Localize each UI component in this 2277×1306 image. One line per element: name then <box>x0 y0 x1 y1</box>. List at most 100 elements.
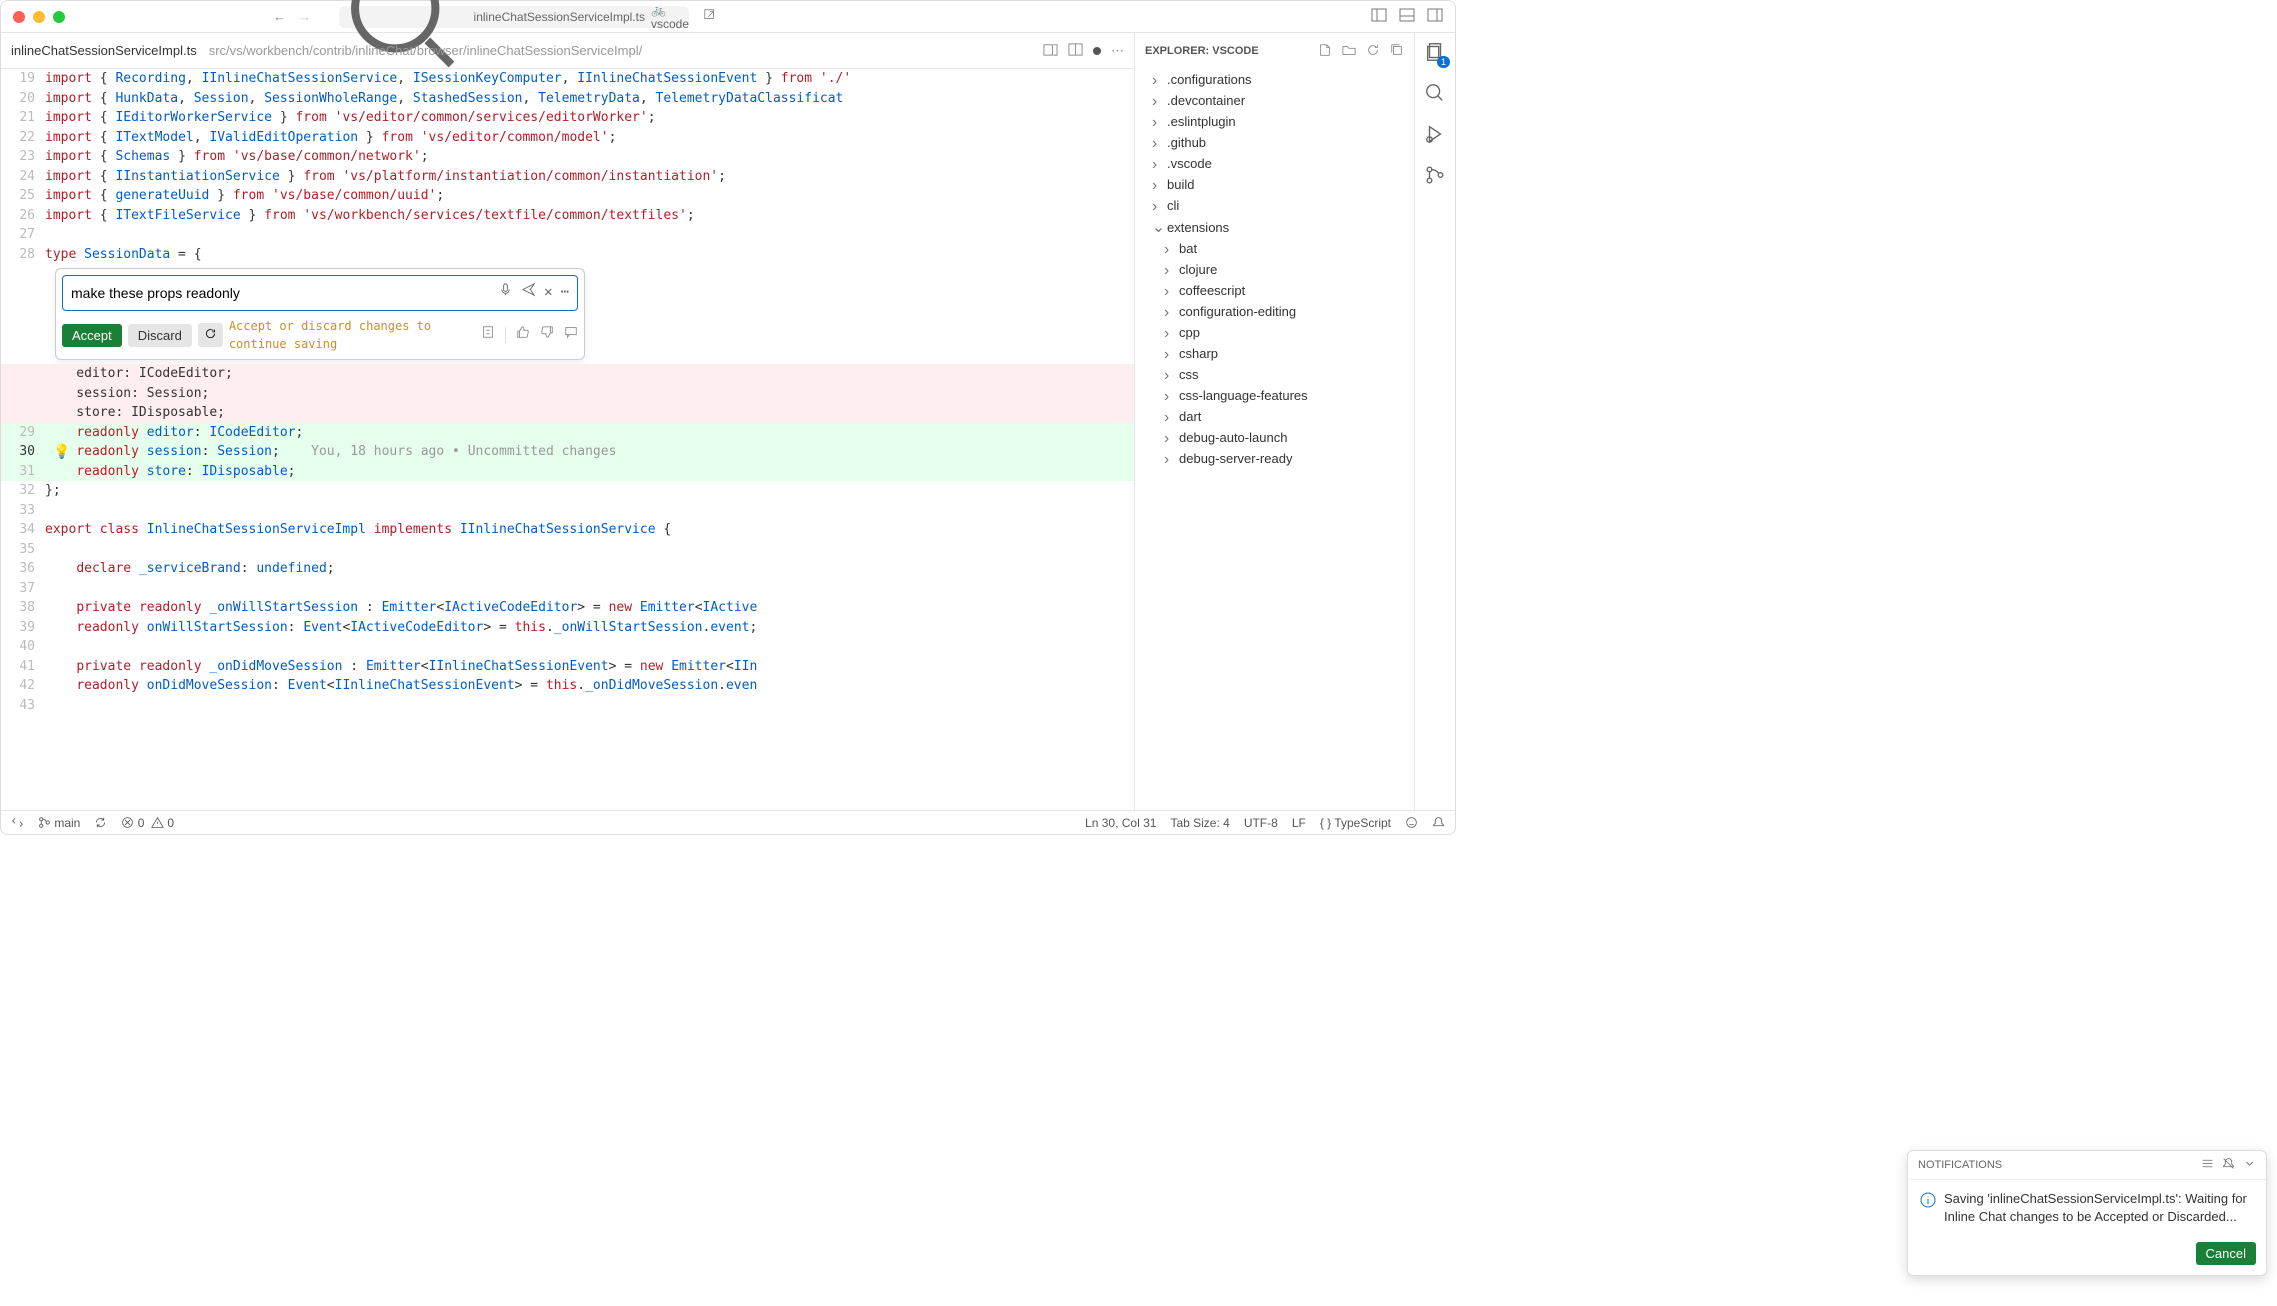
branch-status[interactable]: main <box>38 816 80 830</box>
compare-icon[interactable] <box>1043 42 1058 60</box>
diff-added-line[interactable]: 29 readonly editor: ICodeEditor; <box>1 423 1134 443</box>
remote-indicator[interactable] <box>11 816 24 830</box>
file-tree[interactable]: .configurations.devcontainer.eslintplugi… <box>1135 69 1414 810</box>
silence-icon[interactable] <box>2222 1157 2235 1173</box>
inline-chat-input[interactable] <box>71 285 498 301</box>
tree-folder[interactable]: .devcontainer <box>1135 90 1414 111</box>
close-window-button[interactable] <box>13 11 25 23</box>
feedback-icon[interactable] <box>1405 816 1418 830</box>
code-line[interactable]: 20import { HunkData, Session, SessionWho… <box>1 89 1134 109</box>
eol[interactable]: LF <box>1292 816 1306 830</box>
tree-folder[interactable]: bat <box>1135 238 1414 259</box>
tree-folder[interactable]: extensions <box>1135 216 1414 238</box>
activity-explorer-icon[interactable]: 1 <box>1424 41 1446 66</box>
code-line[interactable]: 40 <box>1 637 1134 657</box>
tab-size[interactable]: Tab Size: 4 <box>1170 816 1229 830</box>
nav-back-button[interactable]: ← <box>273 9 286 24</box>
tree-folder[interactable]: .vscode <box>1135 153 1414 174</box>
code-line[interactable]: 21import { IEditorWorkerService } from '… <box>1 108 1134 128</box>
code-line[interactable]: 37 <box>1 579 1134 599</box>
activity-search-icon[interactable] <box>1424 82 1446 107</box>
more-actions-icon[interactable]: ⋯ <box>1111 43 1124 59</box>
activity-source-control-icon[interactable] <box>1424 164 1446 189</box>
code-line[interactable]: 34export class InlineChatSessionServiceI… <box>1 520 1134 540</box>
thumbs-down-icon[interactable] <box>540 325 554 346</box>
tree-folder[interactable]: coffeescript <box>1135 280 1414 301</box>
toggle-secondary-sidebar-icon[interactable] <box>1427 7 1443 26</box>
clear-all-icon[interactable] <box>2201 1157 2214 1173</box>
chevron-icon <box>1153 114 1163 129</box>
sync-status[interactable] <box>94 816 107 830</box>
refresh-icon[interactable] <box>1366 43 1380 60</box>
code-line[interactable]: 22import { ITextModel, IValidEditOperati… <box>1 128 1134 148</box>
code-line[interactable]: 23import { Schemas } from 'vs/base/commo… <box>1 147 1134 167</box>
tree-folder[interactable]: configuration-editing <box>1135 301 1414 322</box>
notifications-bell-icon[interactable] <box>1432 816 1445 830</box>
send-icon[interactable] <box>521 282 536 304</box>
tree-folder[interactable]: css-language-features <box>1135 385 1414 406</box>
notification-cancel-button[interactable]: Cancel <box>2196 1242 2256 1265</box>
cursor-position[interactable]: Ln 30, Col 31 <box>1085 816 1156 830</box>
code-line[interactable]: 24import { IInstantiationService } from … <box>1 167 1134 187</box>
code-line[interactable]: 28type SessionData = { <box>1 245 1134 265</box>
code-line[interactable]: 38 private readonly _onWillStartSession … <box>1 598 1134 618</box>
diff-added-line[interactable]: 💡30 readonly session: Session; You, 18 h… <box>1 442 1134 462</box>
tree-folder[interactable]: .configurations <box>1135 69 1414 90</box>
code-line[interactable]: 33 <box>1 501 1134 521</box>
tree-folder[interactable]: cli <box>1135 195 1414 216</box>
chevron-icon <box>1153 219 1163 235</box>
code-line[interactable]: 19import { Recording, IInlineChatSession… <box>1 69 1134 89</box>
close-icon[interactable]: ✕ <box>544 282 552 304</box>
split-editor-icon[interactable] <box>1068 42 1083 60</box>
problems-status[interactable]: 0 0 <box>121 816 174 830</box>
diff-added-line[interactable]: 31 readonly store: IDisposable; <box>1 462 1134 482</box>
encoding[interactable]: UTF-8 <box>1244 816 1278 830</box>
tree-folder[interactable]: .github <box>1135 132 1414 153</box>
code-editor[interactable]: 19import { Recording, IInlineChatSession… <box>1 69 1134 810</box>
minimize-window-button[interactable] <box>33 11 45 23</box>
active-tab-filename[interactable]: inlineChatSessionServiceImpl.ts <box>11 43 197 58</box>
new-file-icon[interactable] <box>1318 43 1332 60</box>
open-external-icon[interactable] <box>703 8 717 25</box>
tree-folder[interactable]: cpp <box>1135 322 1414 343</box>
nav-forward-button[interactable]: → <box>298 9 311 24</box>
discard-button[interactable]: Discard <box>128 324 192 347</box>
tree-folder[interactable]: build <box>1135 174 1414 195</box>
command-center[interactable]: inlineChatSessionServiceImpl.ts 🚲vscode <box>339 6 689 28</box>
new-folder-icon[interactable] <box>1342 43 1356 60</box>
thumbs-up-icon[interactable] <box>516 325 530 346</box>
code-line[interactable]: 39 readonly onWillStartSession: Event<IA… <box>1 618 1134 638</box>
comment-icon[interactable] <box>564 325 578 346</box>
code-line[interactable]: 32}; <box>1 481 1134 501</box>
tree-folder[interactable]: clojure <box>1135 259 1414 280</box>
toggle-primary-sidebar-icon[interactable] <box>1371 7 1387 26</box>
hide-notifications-icon[interactable] <box>2243 1157 2256 1173</box>
tree-folder[interactable]: css <box>1135 364 1414 385</box>
mic-icon[interactable] <box>498 282 513 304</box>
accept-button[interactable]: Accept <box>62 324 122 347</box>
code-line[interactable]: 35 <box>1 540 1134 560</box>
tree-folder[interactable]: dart <box>1135 406 1414 427</box>
tree-folder[interactable]: csharp <box>1135 343 1414 364</box>
code-line[interactable]: 41 private readonly _onDidMoveSession : … <box>1 657 1134 677</box>
code-line[interactable]: 25import { generateUuid } from 'vs/base/… <box>1 186 1134 206</box>
rerun-button[interactable] <box>198 323 223 347</box>
toggle-panel-icon[interactable] <box>1399 7 1415 26</box>
lightbulb-icon[interactable]: 💡 <box>53 442 70 463</box>
code-line[interactable]: 27 <box>1 225 1134 245</box>
language-mode[interactable]: { } TypeScript <box>1320 816 1391 830</box>
tree-folder[interactable]: .eslintplugin <box>1135 111 1414 132</box>
diff-icon[interactable] <box>481 325 495 346</box>
code-line[interactable]: 42 readonly onDidMoveSession: Event<IInl… <box>1 676 1134 696</box>
activity-badge: 1 <box>1437 56 1450 68</box>
tree-folder[interactable]: debug-auto-launch <box>1135 427 1414 448</box>
maximize-window-button[interactable] <box>53 11 65 23</box>
code-line[interactable]: 43 <box>1 696 1134 716</box>
code-line[interactable]: 36 declare _serviceBrand: undefined; <box>1 559 1134 579</box>
tree-folder[interactable]: debug-server-ready <box>1135 448 1414 469</box>
code-line[interactable]: 26import { ITextFileService } from 'vs/w… <box>1 206 1134 226</box>
breadcrumb[interactable]: src/vs/workbench/contrib/inlineChat/brow… <box>209 43 643 58</box>
more-icon[interactable]: ⋯ <box>561 282 569 304</box>
collapse-all-icon[interactable] <box>1390 43 1404 60</box>
activity-run-debug-icon[interactable] <box>1424 123 1446 148</box>
